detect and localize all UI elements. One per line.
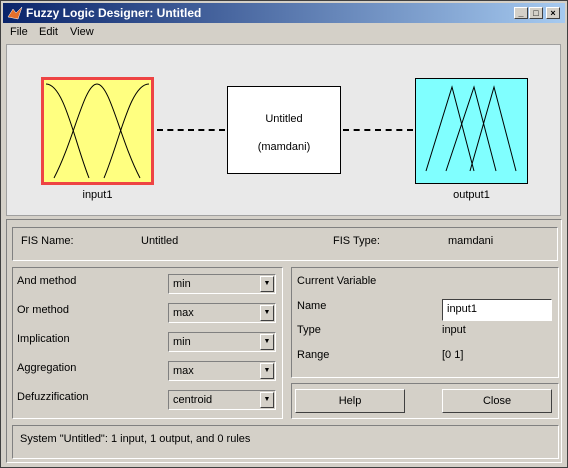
variable-range-label: Range: [297, 349, 330, 361]
chevron-down-icon: ▼: [260, 334, 274, 350]
variable-type-label: Type: [297, 324, 321, 336]
aggregation-select[interactable]: max ▼: [168, 361, 276, 381]
fis-diagram: input1 Untitled (mamdani) output1: [6, 44, 561, 216]
matlab-logo-icon: [7, 6, 23, 20]
chevron-down-icon: ▼: [260, 276, 274, 292]
input-membership-functions-icon: [45, 83, 150, 179]
variable-name-input[interactable]: input1: [442, 299, 552, 321]
settings-panel: FIS Name: Untitled FIS Type: mamdani Sys…: [6, 219, 562, 463]
menu-file[interactable]: File: [10, 26, 28, 38]
chevron-down-icon: ▼: [260, 363, 274, 379]
variable-name-label: Name: [297, 300, 327, 312]
defuzzification-value: centroid: [173, 394, 213, 406]
system-type-text: (mamdani): [257, 141, 311, 153]
maximize-button[interactable]: □: [529, 7, 543, 19]
current-variable-heading: Current Variable: [297, 275, 377, 287]
menu-view[interactable]: View: [70, 26, 94, 38]
output-membership-functions-icon: [425, 85, 517, 172]
and-method-select[interactable]: min ▼: [168, 274, 276, 294]
output-variable-label: output1: [453, 189, 490, 201]
implication-label: Implication: [17, 333, 70, 345]
fis-name-label: FIS Name:: [21, 235, 74, 247]
input-connector: [157, 129, 225, 131]
implication-value: min: [173, 336, 191, 348]
input-variable-block[interactable]: [41, 77, 154, 185]
defuzzification-select[interactable]: centroid ▼: [168, 390, 276, 410]
implication-select[interactable]: min ▼: [168, 332, 276, 352]
close-window-button[interactable]: ×: [546, 7, 560, 19]
chevron-down-icon: ▼: [260, 305, 274, 321]
and-method-value: min: [173, 278, 191, 290]
fis-info-panel: FIS Name: Untitled FIS Type: mamdani: [12, 227, 558, 261]
chevron-down-icon: ▼: [260, 392, 274, 408]
variable-range-value: [0 1]: [442, 349, 464, 361]
variable-type-value: input: [442, 324, 466, 336]
window-title: Fuzzy Logic Designer: Untitled: [26, 6, 202, 20]
minimize-button[interactable]: _: [514, 7, 528, 19]
fis-type-value: mamdani: [448, 235, 494, 247]
status-text: System "Untitled": 1 input, 1 output, an…: [20, 433, 251, 445]
status-panel: System "Untitled": 1 input, 1 output, an…: [12, 425, 559, 459]
and-method-label: And method: [17, 275, 77, 287]
menu-edit[interactable]: Edit: [39, 26, 58, 38]
output-variable-block[interactable]: [415, 78, 528, 184]
output-connector: [343, 129, 413, 131]
menu-bar: File Edit View: [3, 24, 565, 42]
or-method-label: Or method: [17, 304, 69, 316]
fis-system-block[interactable]: Untitled (mamdani): [227, 86, 341, 174]
fis-name-value: Untitled: [141, 235, 179, 247]
aggregation-value: max: [173, 365, 194, 377]
title-bar[interactable]: Fuzzy Logic Designer: Untitled _ □ ×: [3, 3, 565, 23]
help-button[interactable]: Help: [295, 389, 405, 413]
input-variable-label: input1: [82, 189, 113, 201]
app-window: Fuzzy Logic Designer: Untitled _ □ × Fil…: [0, 0, 568, 468]
aggregation-label: Aggregation: [17, 362, 77, 374]
or-method-value: max: [173, 307, 194, 319]
defuzzification-label: Defuzzification: [17, 391, 89, 403]
system-name-text: Untitled: [265, 113, 303, 125]
close-button[interactable]: Close: [442, 389, 552, 413]
fis-type-label: FIS Type:: [333, 235, 380, 247]
or-method-select[interactable]: max ▼: [168, 303, 276, 323]
